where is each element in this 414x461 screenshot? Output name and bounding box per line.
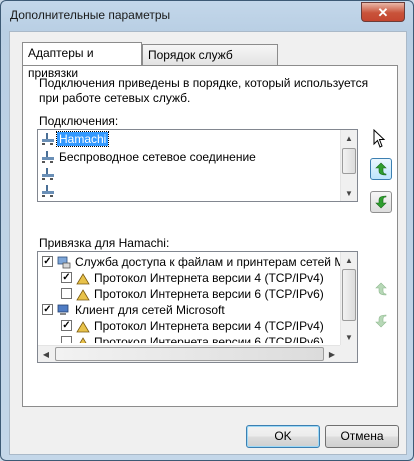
scroll-left-arrow-icon[interactable]: ◀ — [38, 346, 54, 362]
binding-checkbox[interactable]: ✓ — [42, 256, 53, 267]
connection-item-unnamed[interactable] — [38, 183, 59, 199]
scroll-up-arrow-icon[interactable]: ▲ — [341, 252, 357, 268]
mouse-cursor-icon — [373, 129, 386, 148]
network-adapter-icon — [42, 151, 54, 163]
move-up-icon — [375, 162, 387, 176]
binding-label: Протокол Интернета версии 4 (TCP/IPv4) — [94, 271, 324, 285]
connection-label: Hamachi — [55, 131, 110, 147]
move-down-icon — [375, 314, 387, 328]
bindings-label: Привязка для Hamachi: — [39, 236, 170, 250]
move-down-button[interactable] — [370, 191, 392, 213]
binding-item-file-printer-sharing[interactable]: ✓ Служба доступа к файлам и принтерам се… — [38, 254, 357, 270]
connections-list[interactable]: Hamachi Беспроводное сетевое соединение … — [37, 129, 358, 202]
service-icon — [57, 256, 71, 269]
binding-item-ipv4[interactable]: ✓ Протокол Интернета версии 4 (TCP/IPv4) — [38, 270, 324, 286]
binding-move-down-button[interactable] — [370, 310, 392, 332]
binding-item-ipv6[interactable]: Протокол Интернета версии 6 (TCP/IPv6) — [38, 334, 324, 343]
move-up-button[interactable] — [370, 158, 392, 180]
dialog-client-area: Адаптеры и привязки Порядок служб доступ… — [9, 31, 407, 455]
connection-item-wireless[interactable]: Беспроводное сетевое соединение — [38, 149, 256, 165]
network-adapter-icon — [42, 168, 54, 180]
protocol-icon — [76, 289, 90, 301]
connections-vertical-scrollbar[interactable]: ▲ ▼ — [340, 130, 357, 201]
binding-checkbox[interactable]: ✓ — [61, 320, 72, 331]
bindings-horizontal-scrollbar[interactable]: ◀ ▶ — [38, 345, 340, 362]
scrollbar-thumb[interactable] — [342, 269, 356, 321]
tab-adapters-bindings[interactable]: Адаптеры и привязки — [22, 42, 142, 80]
binding-checkbox[interactable] — [61, 336, 72, 343]
binding-label: Протокол Интернета версии 6 (TCP/IPv6) — [94, 335, 324, 343]
binding-item-ms-client[interactable]: ✓ Клиент для сетей Microsoft — [38, 302, 225, 318]
binding-item-ipv6[interactable]: Протокол Интернета версии 6 (TCP/IPv6) — [38, 286, 324, 302]
scrollbar-thumb[interactable] — [342, 148, 356, 174]
binding-checkbox[interactable] — [61, 288, 72, 299]
binding-item-ipv4[interactable]: ✓ Протокол Интернета версии 4 (TCP/IPv4) — [38, 318, 324, 334]
connections-label: Подключения: — [39, 114, 119, 128]
binding-label: Клиент для сетей Microsoft — [75, 303, 225, 317]
binding-label: Протокол Интернета версии 4 (TCP/IPv4) — [94, 319, 324, 333]
ok-button[interactable]: OK — [246, 425, 320, 448]
binding-checkbox[interactable]: ✓ — [42, 304, 53, 315]
connection-item-hamachi[interactable]: Hamachi — [38, 131, 110, 147]
dialog-window: Дополнительные параметры ✕ Адаптеры и пр… — [0, 0, 414, 461]
connection-label: Беспроводное сетевое соединение — [59, 150, 256, 164]
binding-checkbox[interactable]: ✓ — [61, 272, 72, 283]
tab-panel-adapters: Подключения приведены в порядке, который… — [22, 65, 398, 407]
binding-label: Протокол Интернета версии 6 (TCP/IPv6) — [94, 287, 324, 301]
protocol-icon — [79, 337, 87, 343]
protocol-icon — [76, 321, 90, 333]
close-button[interactable]: ✕ — [361, 2, 405, 22]
description-text: Подключения приведены в порядке, который… — [39, 76, 369, 105]
close-icon: ✕ — [377, 4, 389, 20]
tab-provider-order[interactable]: Порядок служб доступа — [142, 44, 278, 82]
scrollbar-corner — [340, 345, 357, 362]
protocol-icon — [76, 273, 90, 285]
window-title: Дополнительные параметры — [10, 8, 171, 22]
bindings-tree[interactable]: ✓ Служба доступа к файлам и принтерам се… — [37, 251, 358, 363]
cancel-button[interactable]: Отмена — [325, 425, 399, 448]
binding-label: Служба доступа к файлам и принтерам сете… — [75, 255, 358, 269]
network-adapter-icon — [42, 185, 54, 197]
binding-move-up-button[interactable] — [370, 278, 392, 300]
move-down-icon — [375, 195, 387, 209]
move-up-icon — [375, 282, 387, 296]
connection-item-unnamed[interactable] — [38, 166, 59, 182]
client-icon — [57, 304, 69, 315]
bindings-vertical-scrollbar[interactable]: ▲ ▼ — [340, 252, 357, 345]
network-adapter-icon — [42, 133, 54, 145]
title-bar[interactable]: Дополнительные параметры ✕ — [1, 1, 413, 31]
scroll-down-arrow-icon[interactable]: ▼ — [341, 329, 357, 345]
scroll-down-arrow-icon[interactable]: ▼ — [341, 185, 357, 201]
scrollbar-thumb[interactable] — [55, 347, 324, 361]
scroll-up-arrow-icon[interactable]: ▲ — [341, 130, 357, 146]
scroll-right-arrow-icon[interactable]: ▶ — [324, 346, 340, 362]
